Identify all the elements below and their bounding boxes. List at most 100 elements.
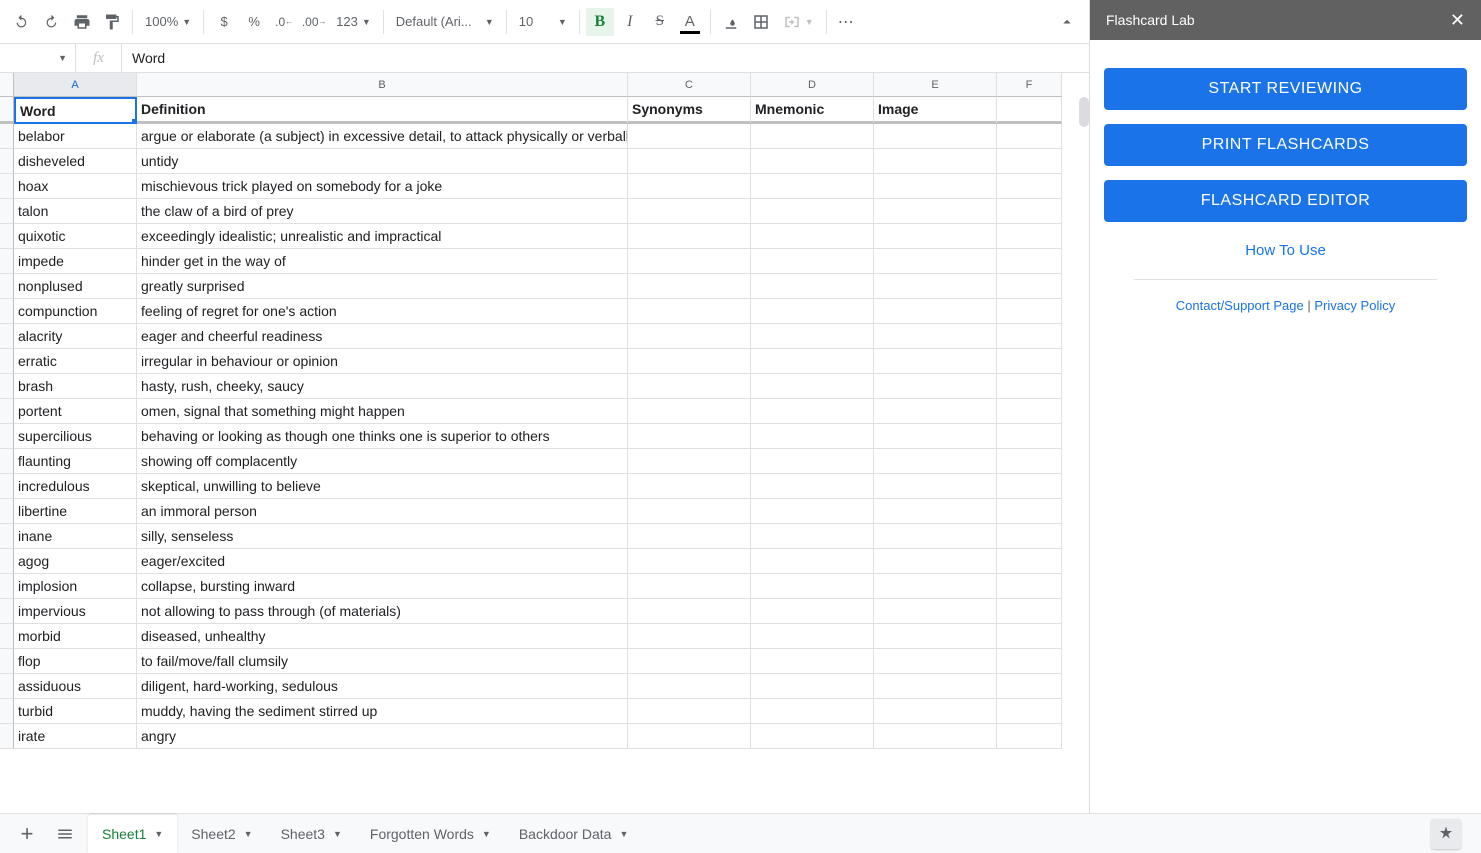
cell-B16[interactable]: skeptical, unwilling to believe [137, 474, 628, 499]
cell-E17[interactable] [874, 499, 997, 524]
cell-B26[interactable]: angry [137, 724, 628, 749]
cell-E14[interactable] [874, 424, 997, 449]
cell-C22[interactable] [628, 624, 751, 649]
cell-A12[interactable]: brash [14, 374, 137, 399]
cell-F26[interactable] [997, 724, 1062, 749]
row-header-13[interactable] [0, 399, 14, 424]
cell-B9[interactable]: feeling of regret for one's action [137, 299, 628, 324]
row-header-23[interactable] [0, 649, 14, 674]
row-header-4[interactable] [0, 174, 14, 199]
cell-E16[interactable] [874, 474, 997, 499]
cell-B25[interactable]: muddy, having the sediment stirred up [137, 699, 628, 724]
cell-D11[interactable] [751, 349, 874, 374]
cell-D20[interactable] [751, 574, 874, 599]
collapse-toolbar-button[interactable] [1053, 8, 1081, 36]
row-header-3[interactable] [0, 149, 14, 174]
row-header-18[interactable] [0, 524, 14, 549]
row-header-9[interactable] [0, 299, 14, 324]
cell-D4[interactable] [751, 174, 874, 199]
cell-D2[interactable] [751, 124, 874, 149]
vertical-scrollbar[interactable] [1079, 97, 1089, 127]
redo-button[interactable] [38, 8, 66, 36]
print-flashcards-button[interactable]: PRINT FLASHCARDS [1104, 124, 1467, 166]
cell-D21[interactable] [751, 599, 874, 624]
cell-C16[interactable] [628, 474, 751, 499]
cell-B24[interactable]: diligent, hard-working, sedulous [137, 674, 628, 699]
cell-E25[interactable] [874, 699, 997, 724]
cell-D15[interactable] [751, 449, 874, 474]
row-header-22[interactable] [0, 624, 14, 649]
cell-E23[interactable] [874, 649, 997, 674]
cell-E12[interactable] [874, 374, 997, 399]
cell-A4[interactable]: hoax [14, 174, 137, 199]
cell-B20[interactable]: collapse, bursting inward [137, 574, 628, 599]
sheet-tab-forgotten words[interactable]: Forgotten Words▼ [356, 815, 505, 853]
cell-C8[interactable] [628, 274, 751, 299]
cell-E9[interactable] [874, 299, 997, 324]
cell-F10[interactable] [997, 324, 1062, 349]
cell-F12[interactable] [997, 374, 1062, 399]
column-header-C[interactable]: C [628, 73, 751, 97]
cell-B11[interactable]: irregular in behaviour or opinion [137, 349, 628, 374]
add-sheet-button[interactable]: + [12, 819, 42, 849]
cell-E19[interactable] [874, 549, 997, 574]
cell-B14[interactable]: behaving or looking as though one thinks… [137, 424, 628, 449]
cell-E18[interactable] [874, 524, 997, 549]
cell-F22[interactable] [997, 624, 1062, 649]
cell-E4[interactable] [874, 174, 997, 199]
cell-D5[interactable] [751, 199, 874, 224]
row-header-21[interactable] [0, 599, 14, 624]
borders-button[interactable] [747, 8, 775, 36]
cell-C6[interactable] [628, 224, 751, 249]
cell-A23[interactable]: flop [14, 649, 137, 674]
cell-C24[interactable] [628, 674, 751, 699]
cell-F11[interactable] [997, 349, 1062, 374]
cell-D19[interactable] [751, 549, 874, 574]
cell-E24[interactable] [874, 674, 997, 699]
cell-F8[interactable] [997, 274, 1062, 299]
cell-C3[interactable] [628, 149, 751, 174]
cell-C25[interactable] [628, 699, 751, 724]
strikethrough-button[interactable]: S [646, 8, 674, 36]
cell-A1[interactable]: Word [14, 97, 137, 124]
cell-C7[interactable] [628, 249, 751, 274]
cell-B21[interactable]: not allowing to pass through (of materia… [137, 599, 628, 624]
cell-D22[interactable] [751, 624, 874, 649]
row-header[interactable] [0, 97, 14, 124]
contact-support-link[interactable]: Contact/Support Page [1176, 298, 1304, 313]
cell-C11[interactable] [628, 349, 751, 374]
cell-A8[interactable]: nonplused [14, 274, 137, 299]
cell-D13[interactable] [751, 399, 874, 424]
cell-E22[interactable] [874, 624, 997, 649]
cell-C19[interactable] [628, 549, 751, 574]
cell-F5[interactable] [997, 199, 1062, 224]
percent-button[interactable]: % [240, 8, 268, 36]
row-header-15[interactable] [0, 449, 14, 474]
cell-D9[interactable] [751, 299, 874, 324]
cell-C18[interactable] [628, 524, 751, 549]
cell-F18[interactable] [997, 524, 1062, 549]
cell-B12[interactable]: hasty, rush, cheeky, saucy [137, 374, 628, 399]
cell-D16[interactable] [751, 474, 874, 499]
cell-E11[interactable] [874, 349, 997, 374]
cell-C13[interactable] [628, 399, 751, 424]
cell-D24[interactable] [751, 674, 874, 699]
cell-A25[interactable]: turbid [14, 699, 137, 724]
cell-E8[interactable] [874, 274, 997, 299]
cell-E3[interactable] [874, 149, 997, 174]
cell-E2[interactable] [874, 124, 997, 149]
cell-A9[interactable]: compunction [14, 299, 137, 324]
cell-F25[interactable] [997, 699, 1062, 724]
cell-B22[interactable]: diseased, unhealthy [137, 624, 628, 649]
row-header-2[interactable] [0, 124, 14, 149]
name-box[interactable]: ▼ [0, 44, 76, 72]
cell-B8[interactable]: greatly surprised [137, 274, 628, 299]
cell-A17[interactable]: libertine [14, 499, 137, 524]
cell-D8[interactable] [751, 274, 874, 299]
cell-B15[interactable]: showing off complacently [137, 449, 628, 474]
cell-A6[interactable]: quixotic [14, 224, 137, 249]
cell-E1[interactable]: Image [874, 97, 997, 124]
cell-A21[interactable]: impervious [14, 599, 137, 624]
cell-C21[interactable] [628, 599, 751, 624]
cell-A3[interactable]: disheveled [14, 149, 137, 174]
